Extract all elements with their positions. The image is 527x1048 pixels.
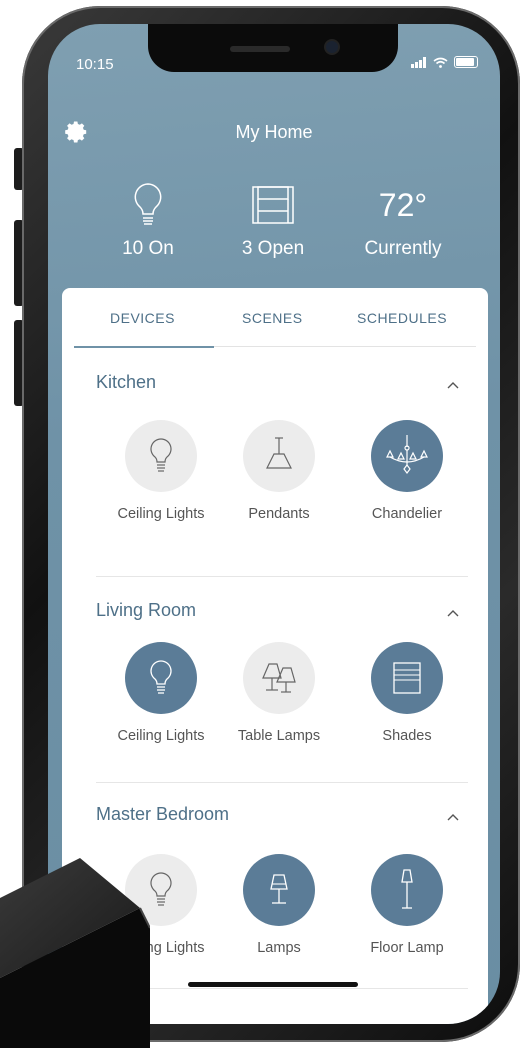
tab-devices[interactable]: DEVICES [110,310,175,326]
chevron-up-icon[interactable] [446,378,460,392]
room-title-living-room: Living Room [96,600,197,620]
signal-icon [411,56,426,68]
device-label: Chandelier [371,506,443,522]
window-shade-icon [208,180,338,230]
home-title: My Home [235,122,313,142]
section-divider [96,988,468,989]
device-kitchen-pendants[interactable]: Pendants [214,420,344,522]
device-kitchen-chandelier[interactable]: Chandelier [342,420,472,522]
notch [148,24,398,72]
temperature-label: Currently [364,238,442,259]
shades-open-count: 3 Open [241,238,305,259]
floor-lamp-icon [371,854,443,926]
home-indicator[interactable] [188,982,358,987]
device-label: Floor Lamp [370,940,444,956]
tab-bar: DEVICES SCENES SCHEDULES [62,288,488,344]
front-camera [326,41,338,53]
device-label: Table Lamps [237,728,321,744]
device-master-bedroom-floor-lamp[interactable]: Floor Lamp [342,854,472,956]
room-title-master-bedroom: Master Bedroom [96,804,230,824]
room-title-kitchen: Kitchen [96,372,157,392]
chandelier-icon [371,420,443,492]
device-label: Lamps [257,940,301,956]
speaker [230,46,290,52]
device-label: Shades [382,728,432,744]
temperature-value: 72° [378,187,428,223]
smart-hub-device [0,858,150,1048]
lights-on-count: 10 On [122,238,174,259]
device-label: Ceiling Lights [117,728,205,744]
pendant-icon [243,420,315,492]
device-label: Pendants [248,506,310,522]
bulb-icon [125,420,197,492]
tab-schedules[interactable]: SCHEDULES [357,310,447,326]
device-living-room-shades[interactable]: Shades [342,642,472,744]
device-living-room-table-lamps[interactable]: Table Lamps [214,642,344,744]
device-living-room-ceiling-lights[interactable]: Ceiling Lights [96,642,226,744]
chevron-up-icon[interactable] [446,606,460,620]
shade-icon [371,642,443,714]
tab-scenes[interactable]: SCENES [242,310,303,326]
table-lamps-icon [243,642,315,714]
device-master-bedroom-lamps[interactable]: Lamps [214,854,344,956]
lamp-icon [243,854,315,926]
status-icons [411,56,478,68]
device-label: Ceiling Lights [117,506,205,522]
active-tab-indicator [74,346,214,348]
chevron-up-icon[interactable] [446,810,460,824]
device-kitchen-ceiling-lights[interactable]: Ceiling Lights [96,420,226,522]
section-divider [96,782,468,783]
bulb-icon [83,180,213,230]
temperature-summary[interactable]: 72° Currently [338,180,468,260]
section-divider [96,576,468,577]
status-time: 10:15 [76,56,114,73]
battery-icon [454,56,478,68]
bulb-icon [125,642,197,714]
wifi-icon [433,57,448,68]
shades-summary[interactable]: 3 Open [208,180,338,260]
lights-summary[interactable]: 10 On [83,180,213,260]
